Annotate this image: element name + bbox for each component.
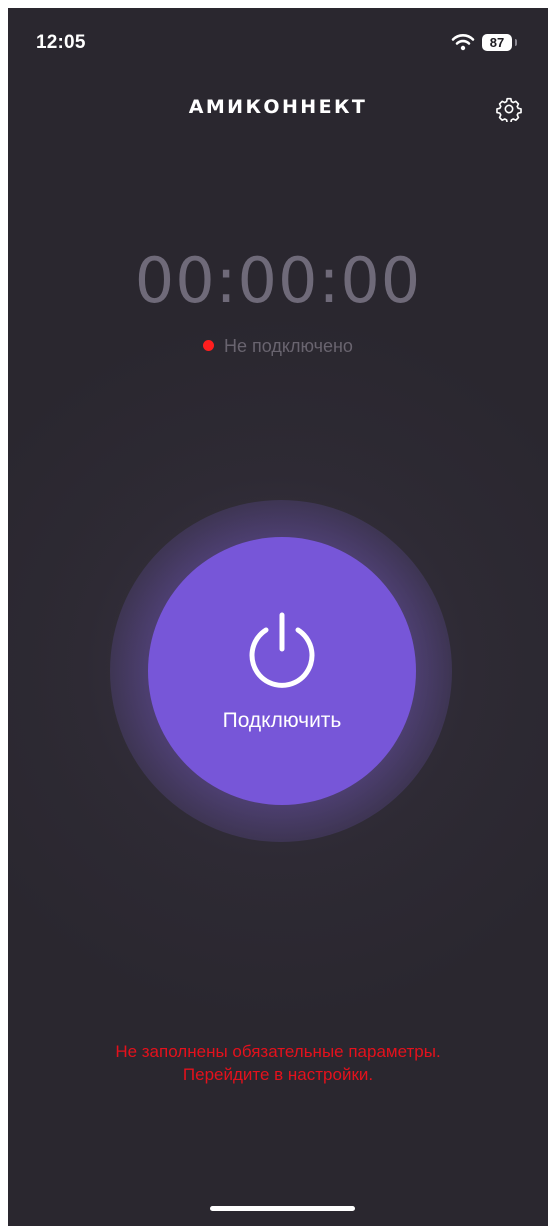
error-message-line: Не заполнены обязательные параметры. [115,1042,441,1061]
app-title: АМИКОННЕКТ [188,96,368,118]
home-indicator[interactable] [210,1206,355,1211]
connection-timer: 00:00:00 [134,244,422,317]
error-message-line: Перейдите в настройки. [182,1065,374,1084]
app-screen: 12:05 87 АМИКОННЕКТ 00:00:00 Не подключе… [8,8,548,1226]
gear-icon[interactable] [496,96,522,122]
power-icon [249,612,315,688]
error-message: Не заполнены обязательные параметры. Пер… [8,1040,548,1086]
wifi-icon [451,34,475,51]
status-bar: 12:05 87 [8,8,548,80]
connection-status-text: Не подключено [224,336,353,356]
connect-button[interactable]: Подключить [148,537,416,805]
status-dot [203,340,215,351]
battery-tip [515,39,517,46]
battery-indicator: 87 [482,34,512,51]
status-time: 12:05 [36,32,86,53]
connect-button-label: Подключить [222,709,342,732]
connection-status: Не подключено [8,336,548,357]
